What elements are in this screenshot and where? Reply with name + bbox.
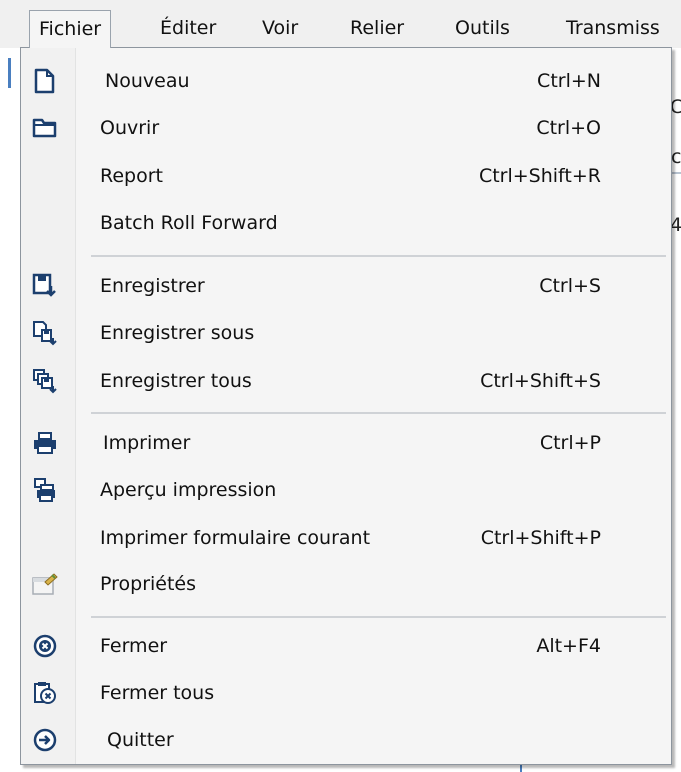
menu-outils[interactable]: Outils	[455, 10, 510, 48]
menu-item-report[interactable]: Report Ctrl+Shift+R	[21, 154, 671, 198]
menu-item-batch-roll-forward[interactable]: Batch Roll Forward	[21, 201, 671, 245]
menu-item-shortcut: Ctrl+S	[539, 275, 601, 297]
background-pane-left	[0, 48, 20, 772]
open-folder-icon	[29, 112, 61, 144]
menu-item-label: Imprimer formulaire courant	[100, 527, 371, 549]
menu-item-shortcut: Ctrl+Shift+P	[480, 527, 601, 549]
menu-item-ouvrir[interactable]: Ouvrir Ctrl+O	[21, 106, 671, 150]
menu-fichier[interactable]: Fichier	[29, 10, 112, 48]
menu-item-shortcut: Alt+F4	[536, 635, 601, 657]
menu-item-enregistrer[interactable]: Enregistrer Ctrl+S	[21, 264, 671, 308]
menu-item-label: Fermer	[100, 635, 168, 657]
menu-item-enregistrer-tous[interactable]: Enregistrer tous Ctrl+Shift+S	[21, 359, 671, 403]
menu-separator	[91, 616, 666, 618]
menu-item-label: Ouvrir	[100, 117, 160, 139]
menu-transmission[interactable]: Transmiss	[566, 10, 660, 48]
exit-arrow-icon	[29, 724, 61, 756]
background-splitter	[8, 58, 11, 88]
menu-item-fermer-tous[interactable]: Fermer tous	[21, 671, 671, 715]
menu-item-label: Enregistrer tous	[100, 370, 252, 392]
menu-item-enregistrer-sous[interactable]: Enregistrer sous	[21, 311, 671, 355]
menu-item-label: Imprimer	[103, 432, 191, 454]
fichier-dropdown-menu: Nouveau Ctrl+N Ouvrir Ctrl+O Report Ctrl…	[20, 47, 672, 765]
menu-item-label: Batch Roll Forward	[100, 212, 278, 234]
new-document-icon	[29, 65, 61, 97]
menu-item-label: Report	[100, 165, 163, 187]
menu-item-shortcut: Ctrl+O	[536, 117, 601, 139]
menu-item-label: Fermer tous	[100, 682, 215, 704]
menu-item-label: Propriétés	[100, 573, 197, 595]
menu-item-label: Enregistrer sous	[100, 322, 255, 344]
close-circle-icon	[29, 630, 61, 662]
print-preview-icon	[29, 474, 61, 506]
background-partial-text: c	[671, 146, 681, 168]
menu-item-shortcut: Ctrl+N	[537, 70, 601, 92]
close-all-icon	[29, 677, 61, 709]
save-as-icon	[29, 317, 61, 349]
menu-relier[interactable]: Relier	[350, 10, 404, 48]
menu-bar: Fichier Éditer Voir Relier Outils Transm…	[0, 0, 681, 48]
menu-item-shortcut: Ctrl+P	[539, 432, 601, 454]
menu-item-quitter[interactable]: Quitter	[21, 718, 671, 762]
background-edge	[520, 764, 522, 772]
menu-item-nouveau[interactable]: Nouveau Ctrl+N	[21, 59, 671, 103]
save-icon	[29, 270, 61, 302]
menu-item-apercu-impression[interactable]: Aperçu impression	[21, 468, 671, 512]
menu-item-label: Aperçu impression	[100, 479, 277, 501]
save-all-icon	[29, 365, 61, 397]
menu-item-proprietes[interactable]: Propriétés	[21, 562, 671, 606]
menu-item-label: Quitter	[107, 729, 174, 751]
menu-item-fermer[interactable]: Fermer Alt+F4	[21, 624, 671, 668]
menu-item-label: Enregistrer	[100, 275, 205, 297]
properties-icon	[29, 568, 61, 600]
menu-separator	[91, 255, 666, 257]
printer-icon	[29, 427, 61, 459]
menu-item-shortcut: Ctrl+Shift+R	[478, 165, 601, 187]
menu-editer[interactable]: Éditer	[160, 10, 216, 48]
menu-item-imprimer-formulaire-courant[interactable]: Imprimer formulaire courant Ctrl+Shift+P	[21, 516, 671, 560]
menu-voir[interactable]: Voir	[262, 10, 298, 48]
menu-item-label: Nouveau	[105, 70, 190, 92]
menu-item-imprimer[interactable]: Imprimer Ctrl+P	[21, 421, 671, 465]
menu-separator	[91, 412, 666, 414]
menu-item-shortcut: Ctrl+Shift+S	[480, 370, 601, 392]
